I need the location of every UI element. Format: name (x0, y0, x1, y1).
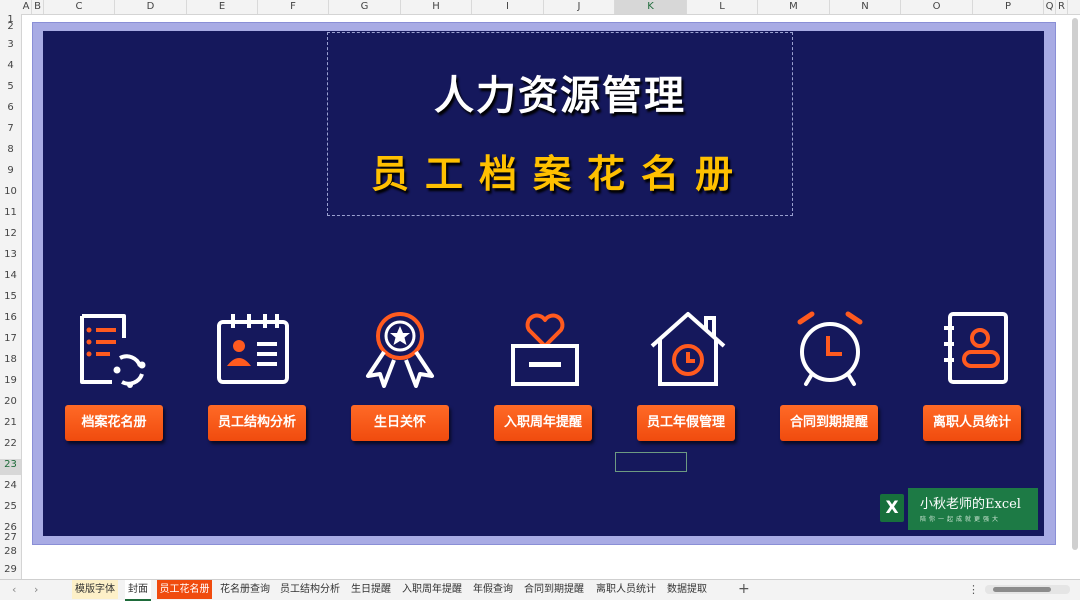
sheet-tab[interactable]: 入职周年提醒 (400, 580, 464, 599)
vertical-scrollbar[interactable] (1072, 18, 1078, 550)
btn-birthday-care[interactable]: 生日关怀 (351, 405, 449, 441)
row-header[interactable]: 12 (0, 228, 21, 239)
row-header[interactable]: 15 (0, 291, 21, 302)
row-header[interactable]: 3 (0, 39, 21, 50)
sheet-tab[interactable]: 员工花名册 (157, 580, 212, 599)
prev-sheet-icon[interactable]: ‹ (12, 580, 16, 599)
logo-sub-text: 陪你一起成就更强大 (920, 516, 1002, 523)
sheet-tab[interactable]: 年假查询 (470, 580, 516, 599)
main-title: 人力资源管理 (434, 73, 686, 119)
sheet-tab[interactable]: 离职人员统计 (594, 580, 658, 599)
logo-main-text: 小秋老师的Excel (920, 497, 1021, 512)
row-header[interactable]: 18 (0, 354, 21, 365)
brand-logo: X 小秋老师的Excel 陪你一起成就更强大 (880, 488, 1038, 530)
heart-box-icon[interactable] (505, 308, 585, 388)
column-header[interactable]: N (830, 0, 901, 14)
column-header[interactable]: Q (1044, 0, 1056, 14)
column-header[interactable]: O (901, 0, 973, 14)
excel-logo-icon: X (880, 494, 904, 522)
btn-contract-expiry-reminder[interactable]: 合同到期提醒 (780, 405, 878, 441)
row-header[interactable]: 21 (0, 417, 21, 428)
house-clock-icon[interactable] (648, 308, 728, 388)
row-header[interactable]: 2 (0, 21, 21, 32)
row-header[interactable]: 4 (0, 60, 21, 71)
column-header[interactable]: R (1056, 0, 1068, 14)
column-header[interactable]: I (472, 0, 544, 14)
row-header[interactable]: 6 (0, 102, 21, 113)
column-header[interactable]: M (758, 0, 830, 14)
sheet-tab-active[interactable]: 封面 (125, 580, 151, 601)
row-header-selected[interactable]: 23 (0, 459, 21, 475)
btn-work-anniversary-reminder[interactable]: 入职周年提醒 (494, 405, 592, 441)
column-header[interactable]: J (544, 0, 615, 14)
row-header[interactable]: 28 (0, 546, 21, 557)
horizontal-scrollbar[interactable] (985, 585, 1070, 594)
btn-archive-roster[interactable]: 档案花名册 (65, 405, 163, 441)
sheet-tab[interactable]: 数据提取 (664, 580, 710, 599)
row-header[interactable]: 16 (0, 312, 21, 323)
column-header[interactable]: C (44, 0, 115, 14)
row-header[interactable]: 19 (0, 375, 21, 386)
row-header[interactable]: 24 (0, 480, 21, 491)
document-list-icon[interactable] (70, 308, 150, 388)
row-header[interactable]: 9 (0, 165, 21, 176)
column-header-bar: A B C D E F G H I J K L M N O P Q R (0, 0, 1080, 15)
row-header-bar: 1 2 3 4 5 6 7 8 9 10 11 12 13 14 15 16 1… (0, 14, 22, 579)
sheet-tab[interactable]: 花名册查询 (218, 580, 272, 599)
row-header[interactable]: 22 (0, 438, 21, 449)
row-header[interactable]: 8 (0, 144, 21, 155)
sheet-tab[interactable]: 合同到期提醒 (522, 580, 586, 599)
column-header[interactable]: G (329, 0, 401, 14)
row-header[interactable]: 29 (0, 564, 21, 575)
subtitle: 员工档案花名册 (370, 152, 749, 196)
horizontal-scroll-thumb[interactable] (993, 587, 1051, 592)
row-header[interactable]: 14 (0, 270, 21, 281)
selected-cell[interactable] (615, 452, 687, 472)
next-sheet-icon[interactable]: › (34, 580, 38, 599)
sheet-tab[interactable]: 生日提醒 (348, 580, 394, 599)
sheet-tab[interactable]: 员工结构分析 (278, 580, 342, 599)
row-header[interactable]: 11 (0, 207, 21, 218)
btn-annual-leave-management[interactable]: 员工年假管理 (637, 405, 735, 441)
row-header[interactable]: 27 (0, 532, 21, 543)
row-header[interactable]: 10 (0, 186, 21, 197)
column-header[interactable]: H (401, 0, 472, 14)
row-header[interactable]: 25 (0, 501, 21, 512)
award-medal-icon[interactable] (360, 308, 440, 388)
row-header[interactable]: 7 (0, 123, 21, 134)
row-header[interactable]: 17 (0, 333, 21, 344)
column-header[interactable]: A (21, 0, 32, 14)
column-header[interactable]: P (973, 0, 1044, 14)
contact-book-icon[interactable] (936, 308, 1016, 388)
row-header[interactable]: 5 (0, 81, 21, 92)
add-sheet-icon[interactable]: + (738, 580, 750, 599)
column-header[interactable]: E (187, 0, 258, 14)
btn-resigned-staff-stats[interactable]: 离职人员统计 (923, 405, 1021, 441)
sheet-tab-bar: ‹ › 模版字体 封面 员工花名册 花名册查询 员工结构分析 生日提醒 入职周年… (0, 579, 1080, 601)
sheet-tab[interactable]: 模版字体 (72, 580, 118, 599)
column-header[interactable]: F (258, 0, 329, 14)
title-textbox[interactable]: 人力资源管理 员工档案花名册 (327, 32, 793, 216)
row-header[interactable]: 20 (0, 396, 21, 407)
column-header[interactable]: B (32, 0, 44, 14)
column-header-selected[interactable]: K (615, 0, 687, 14)
column-header[interactable]: D (115, 0, 187, 14)
alarm-clock-icon[interactable] (790, 308, 870, 388)
btn-staff-structure-analysis[interactable]: 员工结构分析 (208, 405, 306, 441)
more-options-icon[interactable]: ⋮ (968, 580, 979, 599)
column-header[interactable]: L (687, 0, 758, 14)
row-header[interactable]: 13 (0, 249, 21, 260)
id-card-calendar-icon[interactable] (213, 308, 293, 388)
